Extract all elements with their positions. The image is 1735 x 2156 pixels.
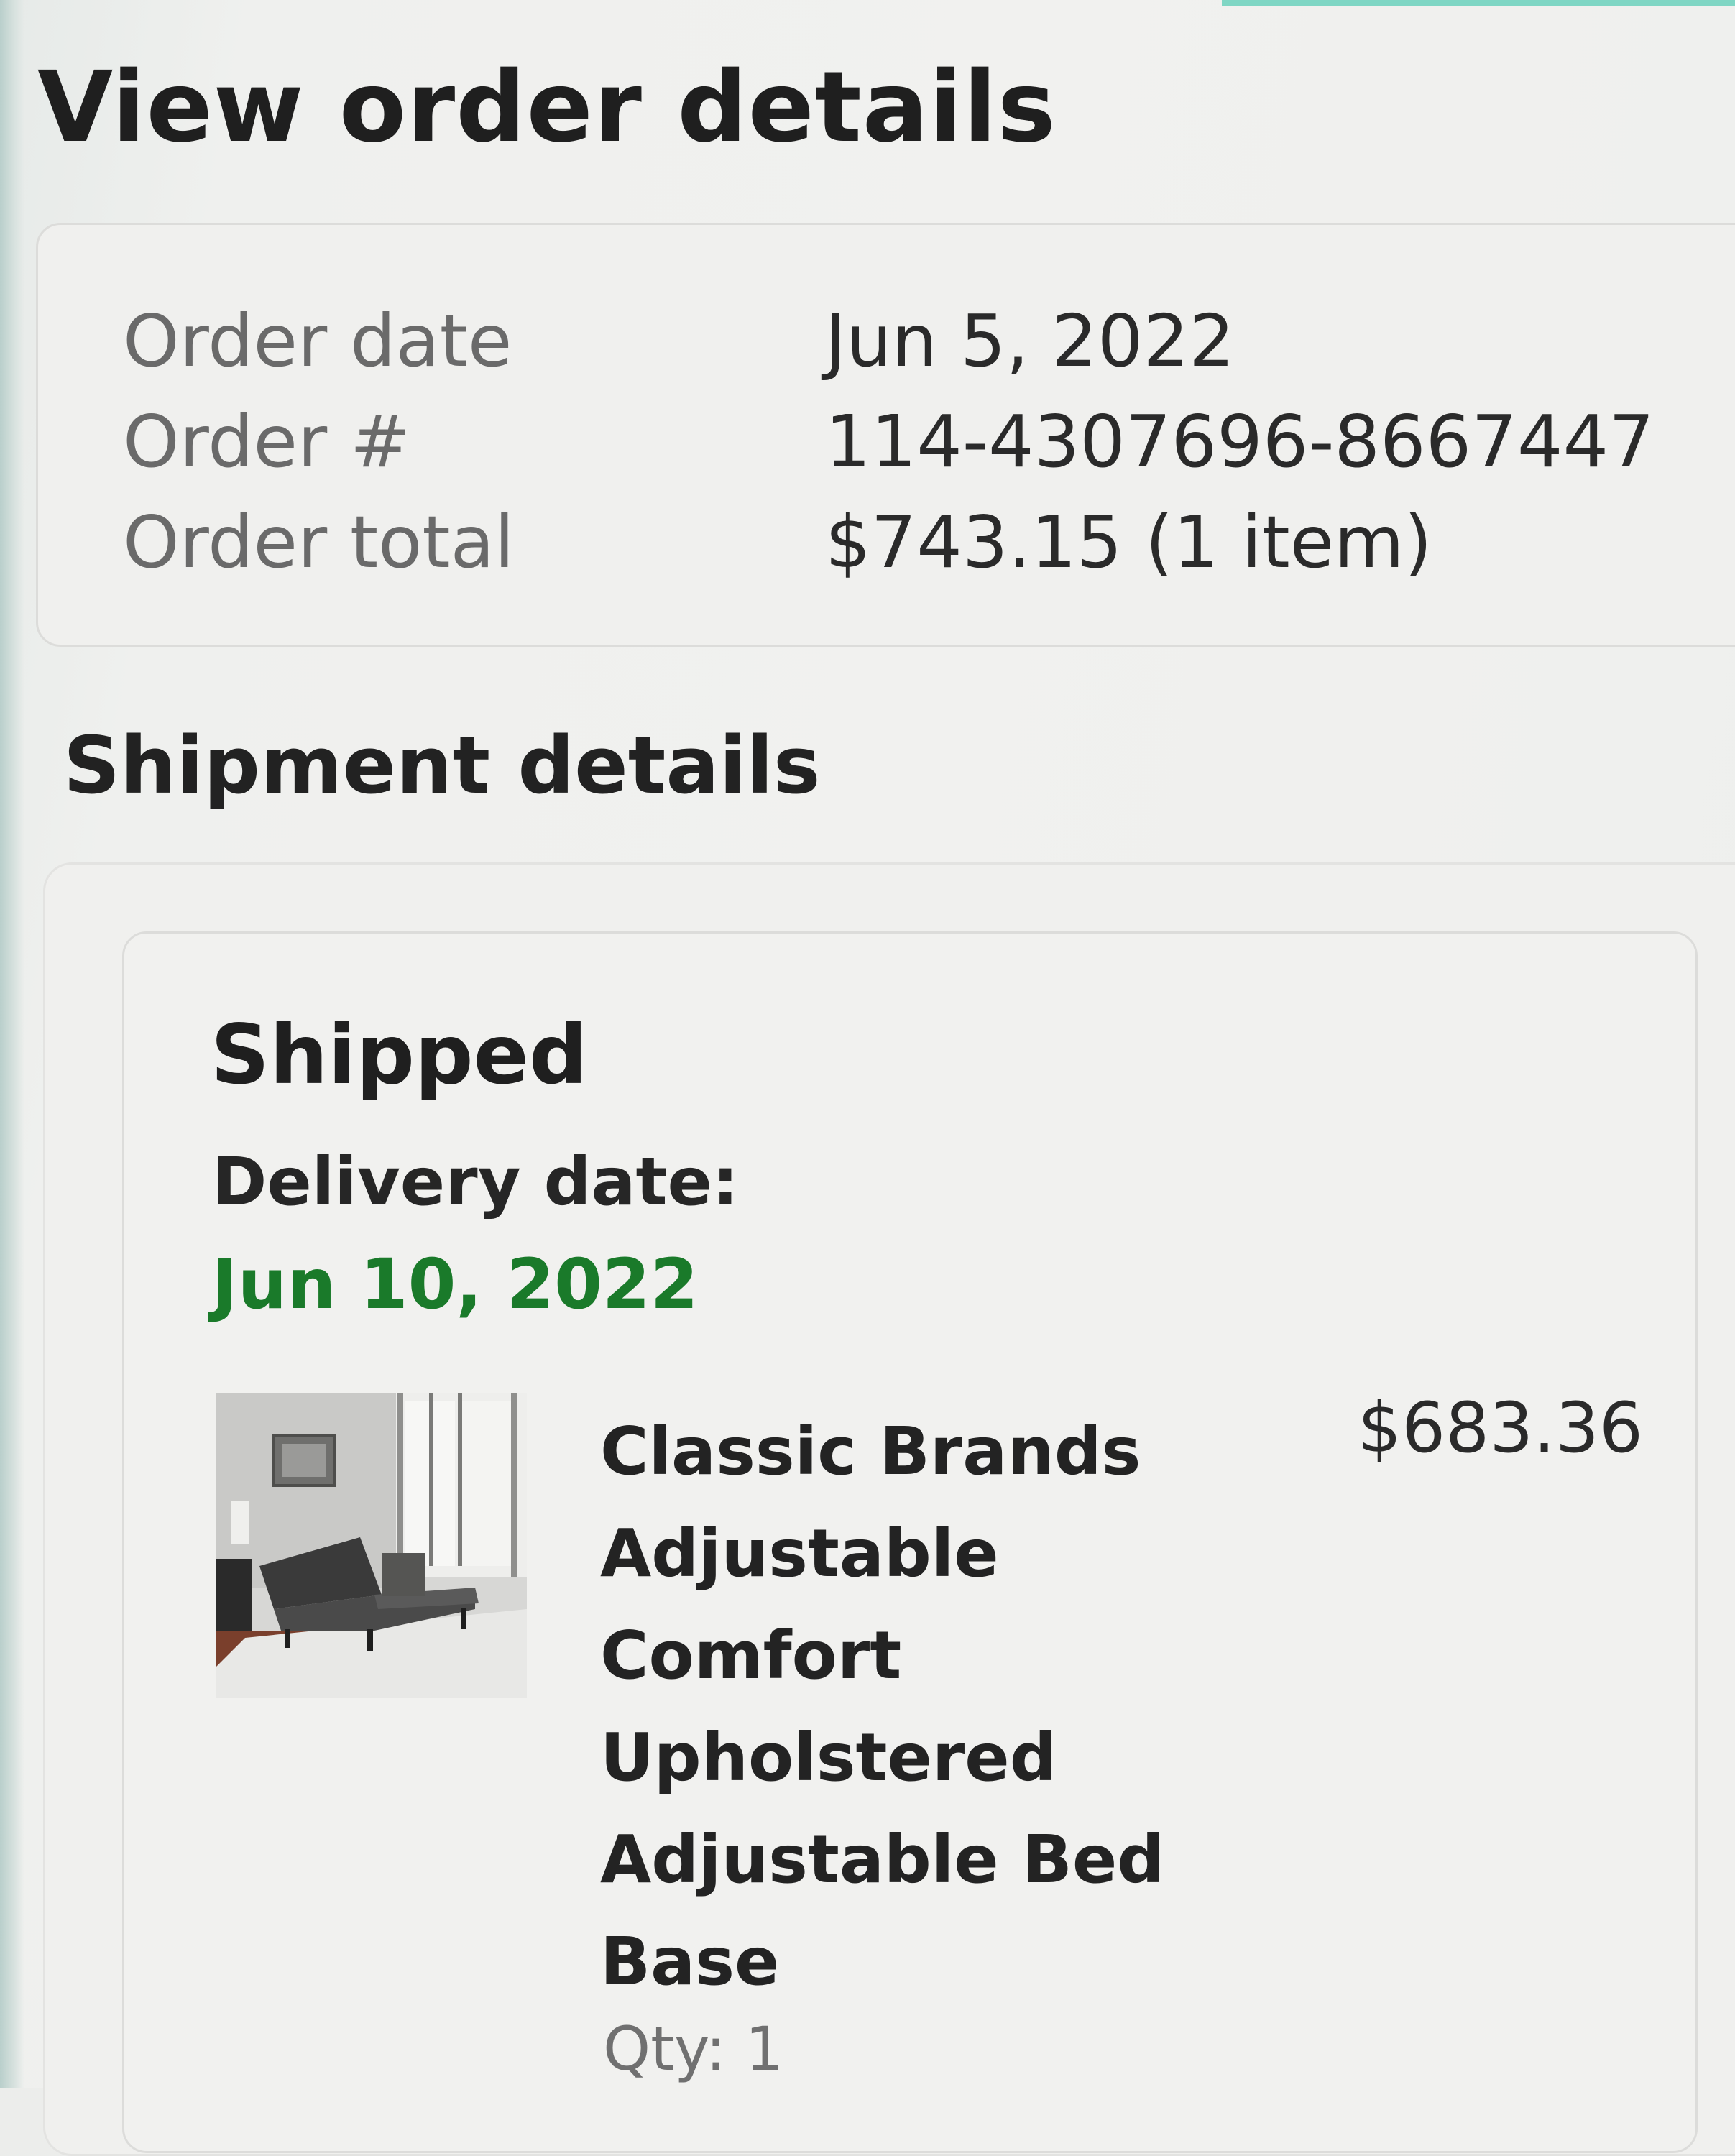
product-quantity: Qty: 1 [603,2014,784,2084]
screen-edge-left [0,0,24,2088]
delivery-date-label: Delivery date: [212,1143,739,1220]
shipment-details-title: Shipment details [63,719,821,811]
order-total-label: Order total [123,500,515,584]
shipment-card[interactable]: Shipped Delivery date: Jun 10, 2022 Clas… [122,931,1698,2153]
order-summary-card: Order date Jun 5, 2022 Order # 114-43076… [36,223,1735,647]
order-date-row: Order date Jun 5, 2022 [38,305,1735,399]
order-date-value: Jun 5, 2022 [825,299,1235,383]
order-number-value: 114-4307696-8667447 [825,400,1655,484]
order-number-row: Order # 114-4307696-8667447 [38,406,1735,499]
delivery-date-value: Jun 10, 2022 [212,1244,699,1325]
shipment-status: Shipped [211,1007,588,1102]
screen-edge-top [1222,0,1735,6]
product-image[interactable] [216,1393,527,1698]
page-title: View order details [37,51,1057,165]
bedroom-product-photo-icon [216,1393,527,1698]
order-total-value: $743.15 (1 item) [825,500,1432,584]
product-title-link[interactable]: Classic Brands Adjustable Comfort Uphols… [600,1401,1233,2013]
order-date-label: Order date [123,299,512,383]
order-number-label: Order # [123,400,410,484]
product-price: $683.36 [1358,1388,1643,1468]
screen: View order details Order date Jun 5, 202… [0,0,1735,2156]
order-total-row: Order total $743.15 (1 item) [38,507,1735,600]
